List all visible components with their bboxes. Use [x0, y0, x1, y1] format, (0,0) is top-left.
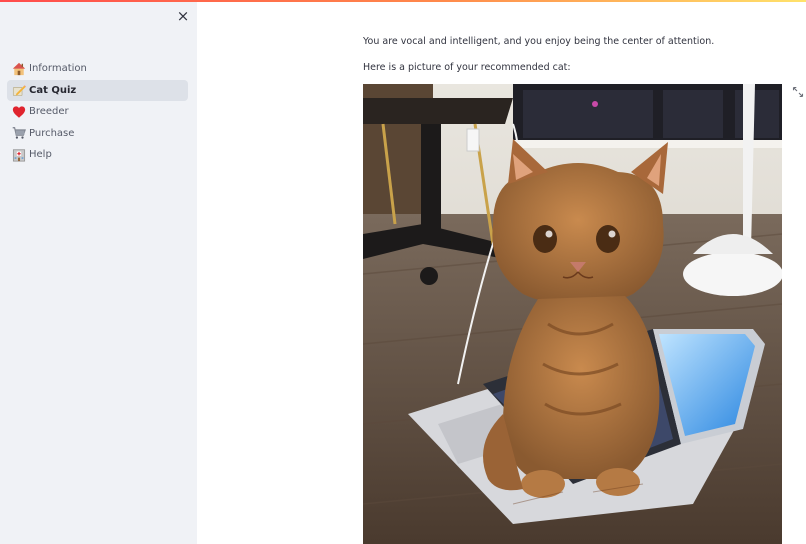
sidebar-item-breeder[interactable]: Breeder: [7, 101, 188, 123]
hospital-icon: [12, 149, 26, 162]
heart-icon: [12, 106, 26, 118]
picture-caption: Here is a picture of your recommended ca…: [363, 62, 571, 73]
sidebar-nav: Information Cat Quiz Breeder Purchase He…: [7, 58, 188, 166]
main-content: You are vocal and intelligent, and you e…: [197, 2, 806, 544]
close-sidebar-button[interactable]: ×: [176, 9, 190, 24]
memo-pencil-icon: [12, 85, 26, 97]
sidebar-item-cat-quiz[interactable]: Cat Quiz: [7, 79, 188, 101]
sidebar-item-help[interactable]: Help: [7, 144, 188, 166]
shopping-cart-icon: [12, 127, 26, 139]
sidebar-item-label: Cat Quiz: [29, 84, 77, 96]
house-icon: [12, 62, 26, 75]
sidebar-item-label: Purchase: [29, 127, 75, 139]
sidebar-item-information[interactable]: Information: [7, 58, 188, 80]
recommended-cat-image: [363, 84, 782, 544]
sidebar: × Information Cat Quiz Breeder Purchase …: [0, 2, 197, 544]
sidebar-item-purchase[interactable]: Purchase: [7, 123, 188, 145]
sidebar-item-label: Help: [29, 149, 52, 161]
sidebar-item-label: Information: [29, 63, 87, 75]
quiz-result-text: You are vocal and intelligent, and you e…: [363, 36, 715, 47]
fullscreen-expand-icon[interactable]: [792, 86, 804, 98]
sidebar-item-label: Breeder: [29, 106, 69, 118]
